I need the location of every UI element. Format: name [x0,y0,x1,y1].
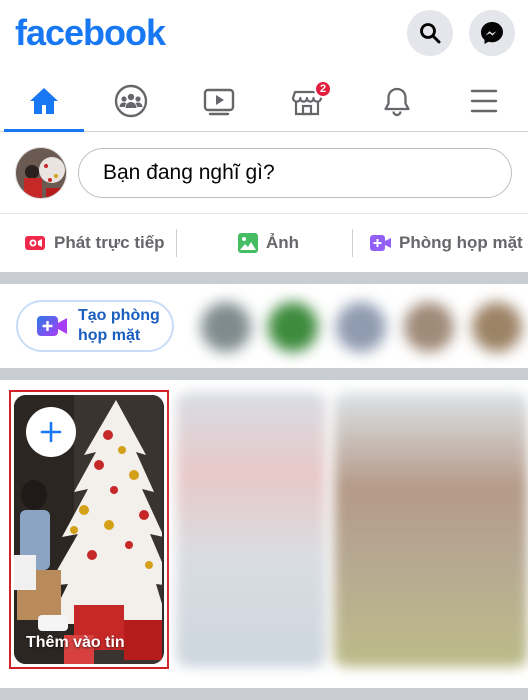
room-friend-avatar[interactable] [268,302,318,352]
avatar-photo [16,148,66,198]
create-room-button[interactable]: Tạo phòng họp mặt [16,300,174,352]
plus-icon [40,421,62,443]
section-separator [0,688,528,700]
add-to-story-label: Thêm vào tin [26,634,125,651]
room-label: Phòng họp mặt [399,233,523,252]
stories-strip: Thêm vào tin [0,380,528,688]
search-icon [420,23,441,44]
room-button[interactable]: Phòng họp mặt [370,214,523,272]
tab-menu[interactable] [444,70,524,131]
bell-icon [384,87,410,116]
rooms-strip: Tạo phòng họp mặt [0,284,528,368]
section-separator [0,272,528,284]
add-story-button[interactable] [26,407,76,457]
main-tab-bar: 2 [0,70,528,132]
facebook-logo[interactable]: facebook [15,12,166,54]
messenger-button[interactable] [469,10,515,56]
create-story-card[interactable]: Thêm vào tin [9,390,169,669]
home-icon [30,87,58,114]
room-friend-avatar[interactable] [472,302,522,352]
post-composer: Bạn đang nghĩ gì? [0,132,528,214]
create-story-photo: Thêm vào tin [14,395,164,664]
tab-watch[interactable] [179,70,259,131]
room-friend-avatar[interactable] [336,302,386,352]
tab-home[interactable] [4,70,84,132]
section-separator [0,368,528,380]
groups-icon [114,84,148,117]
photo-button[interactable]: Ảnh [238,214,299,272]
photo-label: Ảnh [266,233,300,252]
hamburger-icon [470,89,498,112]
tab-groups[interactable] [91,70,171,131]
live-video-icon [25,236,45,250]
marketplace-badge: 2 [314,80,332,98]
tab-marketplace[interactable]: 2 [267,70,347,131]
room-friend-avatar[interactable] [404,302,454,352]
room-icon [370,235,391,251]
action-divider [176,229,177,257]
create-room-icon [37,316,67,336]
user-avatar[interactable] [15,147,67,199]
create-room-label: Tạo phòng họp mặt [78,307,160,344]
story-card[interactable] [176,392,326,667]
tab-notifications[interactable] [357,70,437,131]
live-video-label: Phát trực tiếp [54,233,165,252]
composer-actions: Phát trực tiếp Ảnh Phòng họp mặt [0,214,528,272]
whats-on-your-mind-input[interactable]: Bạn đang nghĩ gì? [78,148,512,198]
room-friend-avatar[interactable] [201,302,251,352]
photo-icon [238,233,258,253]
video-icon [203,88,235,115]
search-button[interactable] [407,10,453,56]
live-video-button[interactable]: Phát trực tiếp [24,214,165,272]
story-card[interactable] [334,392,528,667]
top-header: facebook [0,0,528,70]
action-divider [352,229,353,257]
messenger-icon [481,22,503,44]
